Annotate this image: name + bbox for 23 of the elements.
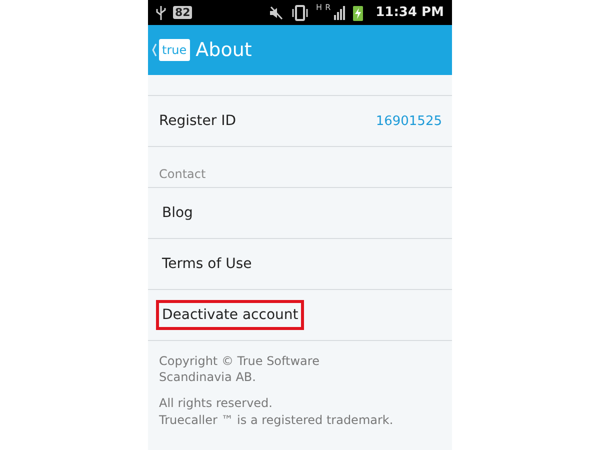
- signal-icon: [334, 6, 346, 20]
- battery-level: 82: [173, 6, 192, 19]
- network-type: H: [316, 3, 322, 12]
- list-item[interactable]: Blog: [148, 188, 452, 239]
- mute-icon: [268, 4, 284, 20]
- item-label: Blog: [161, 204, 194, 223]
- list-item[interactable]: Register ID 16901525: [148, 96, 452, 147]
- vibrate-icon: [291, 4, 310, 20]
- item-label: Deactivate account: [156, 300, 304, 330]
- item-label: Register ID: [159, 113, 236, 129]
- roaming-indicator: R: [325, 3, 331, 12]
- usb-icon: [156, 4, 166, 20]
- back-icon[interactable]: [152, 43, 157, 57]
- battery-charging-icon: [352, 4, 363, 20]
- clock: 11:34 PM: [376, 5, 444, 20]
- section-header: Contact: [148, 147, 452, 188]
- footer-text: Copyright © True Software Scandinavia AB.: [159, 353, 320, 386]
- list-item[interactable]: Terms of Use: [148, 239, 452, 290]
- list-item[interactable]: Deactivate account: [148, 290, 452, 341]
- item-label: Terms of Use: [161, 255, 253, 274]
- footer-text: All rights reserved. Truecaller ™ is a registered trademark.: [159, 395, 394, 428]
- screen-title: About: [196, 39, 252, 61]
- register-id-value: 16901525: [376, 114, 442, 128]
